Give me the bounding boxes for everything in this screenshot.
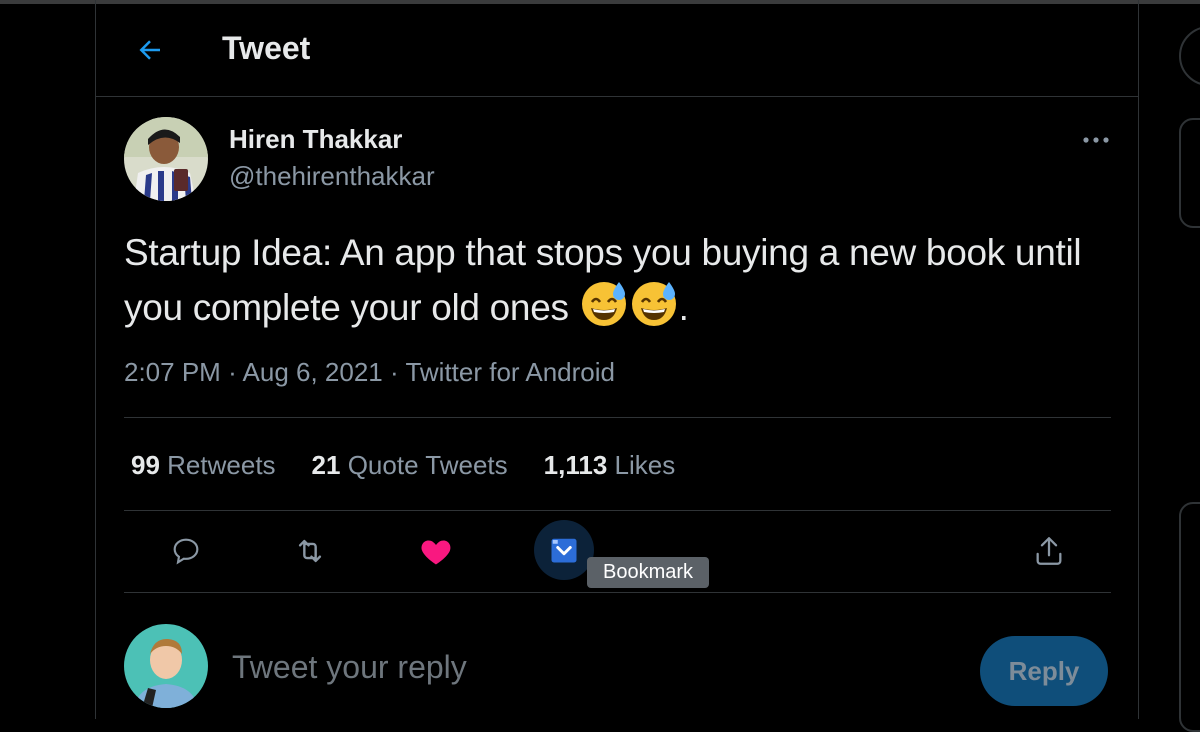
sidebar-icon-button[interactable] [1179,26,1200,86]
likes-label: Likes [614,450,676,480]
reply-input[interactable] [230,648,934,687]
tweet-column: Tweet Hiren Thakkar @thehirenthakkar Sta… [95,0,1139,719]
retweet-icon [298,539,322,563]
sidebar-card [1179,502,1200,732]
sidebar-card [1179,118,1200,228]
likes-count: 1,113 [543,450,608,480]
tweet-time[interactable]: 2:07 PM [124,357,221,387]
divider [124,417,1111,418]
heart-icon [421,540,451,565]
quote-tweets-label: Quote Tweets [347,450,508,480]
tweet-stats: 99 Retweets 21 Quote Tweets 1,113 Likes [131,450,675,481]
retweet-button[interactable] [282,523,338,579]
back-button[interactable] [132,32,168,68]
page-title: Tweet [222,30,311,66]
reply-submit-button[interactable]: Reply [980,636,1108,706]
bookmark-icon [551,538,577,563]
grinning-face-with-sweat-icon [579,278,629,341]
tweet-meta: 2:07 PM · Aug 6, 2021 · Twitter for Andr… [124,357,615,388]
author-handle[interactable]: @thehirenthakkar [229,161,435,192]
tweet-source[interactable]: Twitter for Android [405,357,615,387]
author-display-name[interactable]: Hiren Thakkar [229,124,402,155]
retweets-stat[interactable]: 99 Retweets [131,450,276,481]
page-header: Tweet [96,0,1138,97]
more-options-button[interactable] [1078,126,1114,154]
meta-separator: · [390,357,399,387]
retweets-count: 99 [131,450,160,480]
likes-stat[interactable]: 1,113 Likes [544,450,676,481]
tweet-date[interactable]: Aug 6, 2021 [243,357,383,387]
comment-icon [173,538,199,565]
divider [124,510,1111,511]
quote-tweets-count: 21 [311,450,341,480]
tweet-text: Startup Idea: An app that stops you buyi… [124,228,1084,341]
arrow-left-icon [139,40,160,60]
more-dots-icon [1083,137,1109,143]
tweet-text-end: . [678,287,689,328]
divider [124,592,1111,593]
current-user-avatar[interactable] [124,624,208,708]
grinning-face-with-sweat-icon [629,278,679,341]
retweets-label: Retweets [167,450,276,480]
bookmark-button[interactable] [534,520,594,580]
share-button[interactable] [1021,523,1077,579]
share-icon [1036,537,1062,565]
quote-tweets-stat[interactable]: 21 Quote Tweets [312,450,508,481]
reply-button[interactable] [158,523,214,579]
bookmark-tooltip: Bookmark [587,557,710,588]
author-avatar[interactable] [124,117,208,201]
meta-separator: · [228,357,237,387]
like-button[interactable] [408,523,464,579]
